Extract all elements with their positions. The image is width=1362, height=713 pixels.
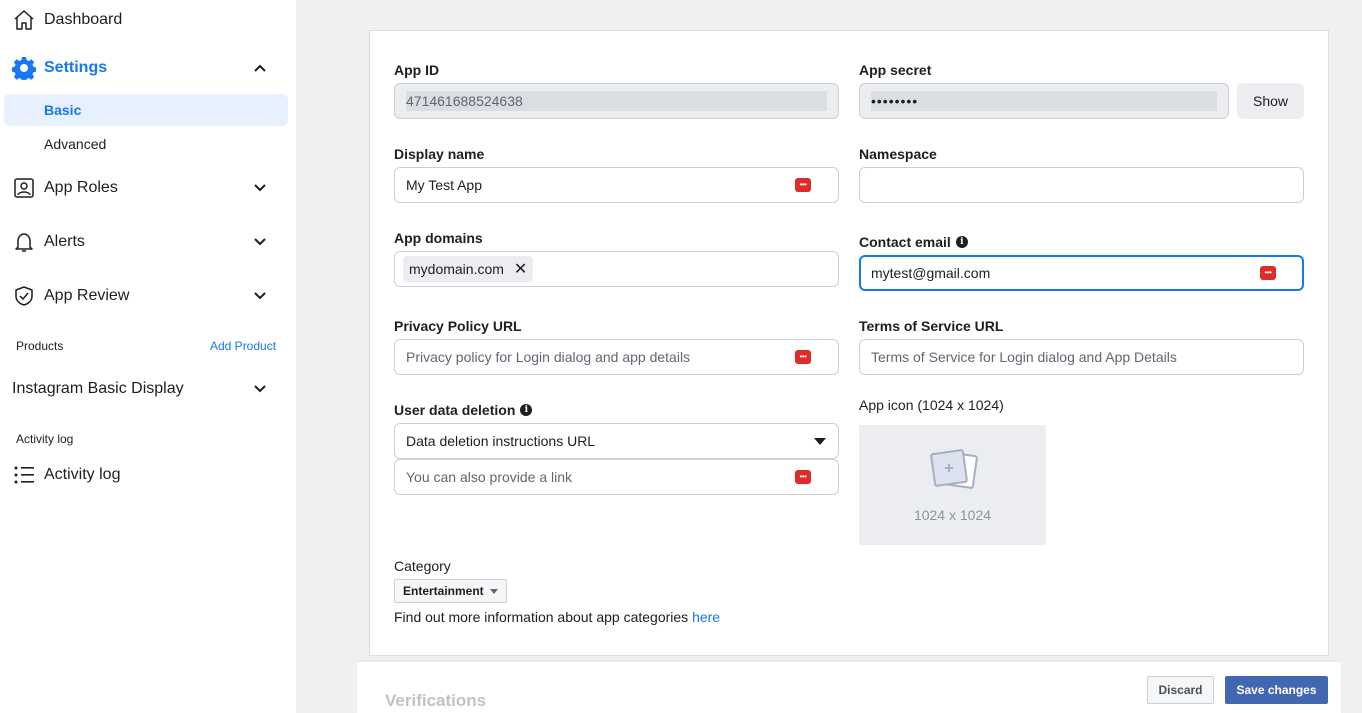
namespace-label: Namespace [859,146,937,162]
shield-check-icon [12,284,36,308]
info-icon[interactable]: i [520,404,533,416]
sidebar-item-label: Alerts [44,233,85,250]
user-data-deletion-selected: Data deletion instructions URL [406,433,596,449]
app-domains-label: App domains [394,230,483,246]
display-name-value: My Test App [406,177,483,193]
sidebar-item-label: Activity log [44,466,121,483]
user-data-deletion-label: User data deletion i [394,402,533,418]
basic-settings-card: App ID 471461688524638 App secret ••••••… [369,30,1329,656]
category-label: Category [394,558,451,574]
sidebar-item-app-roles[interactable]: App Roles [0,172,296,204]
chevron-up-icon [252,60,268,76]
namespace-field[interactable] [859,167,1304,203]
domain-chip-label: mydomain.com [409,261,504,277]
products-section-label: Products [16,339,64,353]
user-data-deletion-label-text: User data deletion [394,402,516,418]
id-badge-icon [12,176,36,200]
category-value: Entertainment [403,584,484,598]
app-secret-label: App secret [859,62,932,78]
image-placeholder-icon [925,448,981,499]
display-name-field[interactable]: My Test App [394,167,839,203]
chevron-down-icon [252,180,268,196]
sidebar-item-label: App Roles [44,179,118,196]
sidebar-item-instagram[interactable]: Instagram Basic Display [0,373,296,405]
category-info-text: Find out more information about app cate… [394,609,693,625]
app-secret-field[interactable]: •••••••• [859,83,1229,119]
sidebar-item-label: Settings [44,59,108,76]
category-dropdown[interactable]: Entertainment [394,579,507,603]
sidebar-item-label: App Review [44,287,130,304]
app-icon-size-text: 1024 x 1024 [913,506,992,523]
activity-section-label: Activity log [16,432,74,446]
sidebar-item-activity-log[interactable]: Activity log [0,459,296,491]
user-data-deletion-link-field[interactable]: You can also provide a link [394,459,839,495]
sidebar-item-advanced[interactable]: Advanced [4,128,288,160]
privacy-policy-placeholder: Privacy policy for Login dialog and app … [406,349,691,365]
app-id-label: App ID [394,62,440,78]
display-name-label: Display name [394,146,485,162]
chevron-down-icon [252,234,268,250]
app-domains-field[interactable]: mydomain.com ✕ [394,251,839,287]
domain-chip: mydomain.com ✕ [403,256,534,282]
sidebar: Dashboard Settings Basic Advanced App Ro… [0,0,296,713]
sidebar-item-label: Instagram Basic Display [12,380,184,397]
home-icon [12,8,36,32]
discard-button[interactable]: Discard [1147,676,1214,704]
password-manager-icon[interactable] [795,178,811,192]
sidebar-item-label: Basic [44,102,82,118]
terms-of-service-field[interactable]: Terms of Service for Login dialog and Ap… [859,339,1304,375]
sidebar-item-basic[interactable]: Basic [4,94,288,126]
app-icon-upload[interactable]: 1024 x 1024 [859,425,1046,545]
bell-icon [12,230,36,254]
sidebar-item-dashboard[interactable]: Dashboard [0,4,296,36]
close-icon[interactable]: ✕ [514,259,527,279]
contact-email-label: Contact email i [859,234,968,250]
sidebar-item-alerts[interactable]: Alerts [0,226,296,258]
app-id-value: 471461688524638 [406,91,827,111]
user-data-deletion-select[interactable]: Data deletion instructions URL [394,423,839,459]
contact-email-field[interactable]: mytest@gmail.com [859,255,1304,291]
app-icon-label: App icon (1024 x 1024) [859,397,1004,413]
sidebar-item-app-review[interactable]: App Review [0,280,296,312]
terms-of-service-label: Terms of Service URL [859,318,1004,334]
chevron-down-icon [252,288,268,304]
info-icon[interactable]: i [955,236,968,248]
category-here-link[interactable]: here [692,609,720,625]
sidebar-item-label: Dashboard [44,11,123,28]
privacy-policy-label: Privacy Policy URL [394,318,522,334]
terms-of-service-placeholder: Terms of Service for Login dialog and Ap… [871,349,1177,365]
category-info: Find out more information about app cate… [394,609,720,625]
password-manager-icon[interactable] [795,470,811,484]
app-id-field[interactable]: 471461688524638 [394,83,839,119]
caret-down-icon [814,438,826,445]
verifications-heading: Verifications [385,691,487,710]
sidebar-item-label: Advanced [44,136,107,152]
action-bar: Verifications Discard Save changes [357,662,1341,713]
user-data-deletion-link-placeholder: You can also provide a link [406,469,573,485]
add-product-link[interactable]: Add Product [210,339,276,353]
privacy-policy-field[interactable]: Privacy policy for Login dialog and app … [394,339,839,375]
app-secret-value: •••••••• [871,91,1217,111]
gear-icon [12,56,36,80]
contact-email-value: mytest@gmail.com [871,265,991,281]
password-manager-icon[interactable] [795,350,811,364]
save-changes-button[interactable]: Save changes [1225,676,1328,704]
chevron-down-icon [252,381,268,397]
password-manager-icon[interactable] [1260,266,1276,280]
caret-down-icon [489,588,498,594]
contact-email-label-text: Contact email [859,234,951,250]
sidebar-item-settings[interactable]: Settings [0,52,296,84]
list-icon [12,463,36,487]
show-secret-button[interactable]: Show [1237,83,1304,119]
